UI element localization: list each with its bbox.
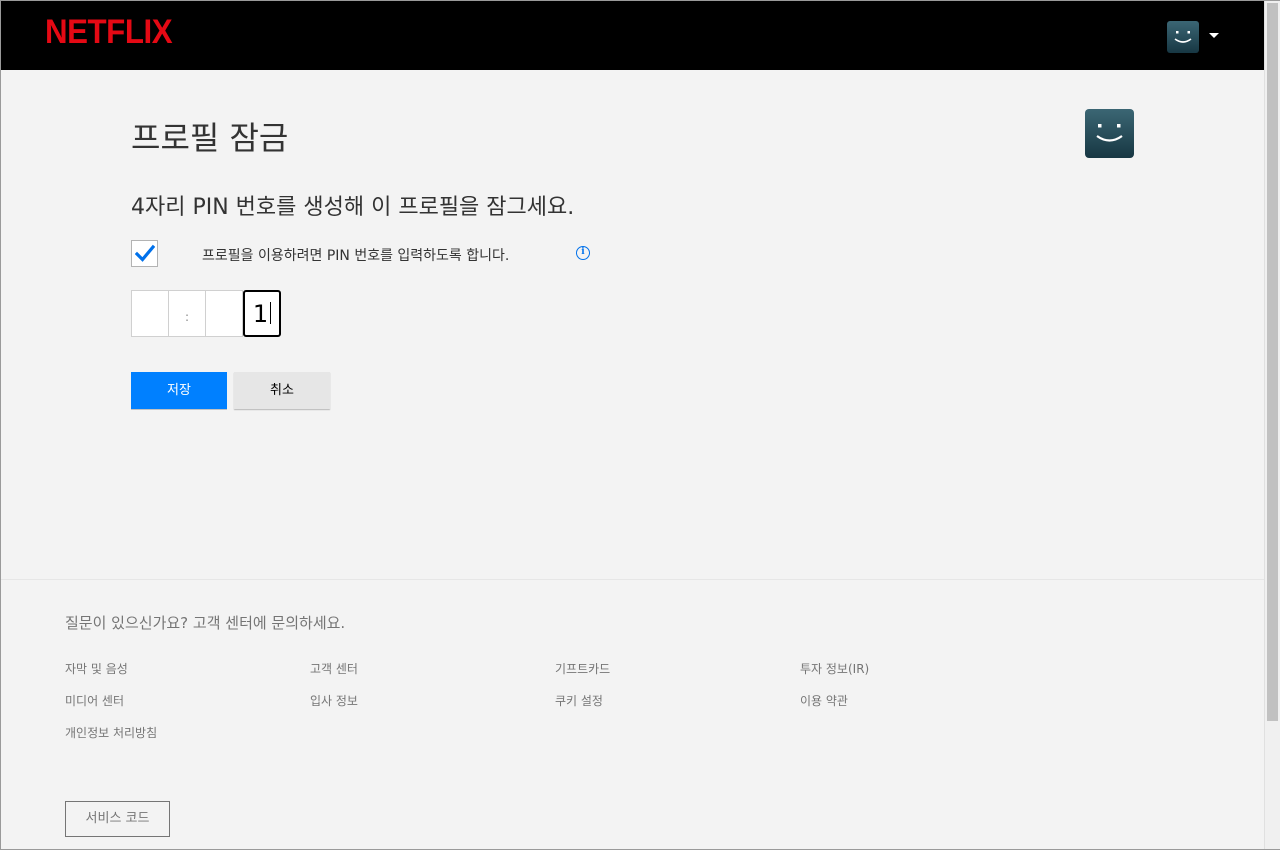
cancel-button[interactable]: 취소 [234, 372, 330, 409]
top-header: NETFLIX [1, 1, 1264, 70]
footer-link-privacy[interactable]: 개인정보 처리방침 [65, 724, 157, 741]
vertical-scrollbar[interactable] [1264, 1, 1280, 849]
pin-digit-3[interactable] [205, 290, 243, 337]
footer-link-audio-subtitles[interactable]: 자막 및 음성 [65, 660, 128, 677]
checkmark-icon [135, 244, 155, 262]
profile-avatar-icon[interactable] [1167, 21, 1199, 53]
footer-link-jobs[interactable]: 입사 정보 [310, 692, 358, 709]
caret-down-icon[interactable] [1209, 33, 1219, 38]
save-button[interactable]: 저장 [131, 372, 227, 409]
page-title: 프로필 잠금 [131, 119, 289, 157]
pin-digit-2[interactable]: : [168, 290, 206, 337]
footer-link-investor-relations[interactable]: 투자 정보(IR) [800, 660, 869, 677]
service-code-button[interactable]: 서비스 코드 [65, 801, 170, 837]
footer-link-terms-of-use[interactable]: 이용 약관 [800, 692, 848, 709]
footer-divider [1, 579, 1264, 580]
info-icon[interactable]: i [576, 246, 590, 260]
footer-contact-text[interactable]: 질문이 있으신가요? 고객 센터에 문의하세요. [65, 612, 345, 633]
scrollbar-thumb[interactable] [1267, 3, 1278, 721]
netflix-logo[interactable]: NETFLIX [45, 13, 173, 52]
pin-digit-4[interactable]: 1 [243, 290, 281, 337]
instruction-text: 4자리 PIN 번호를 생성해 이 프로필을 잠그세요. [131, 195, 575, 220]
pin-separator: : [184, 310, 190, 324]
require-pin-label: 프로필을 이용하려면 PIN 번호를 입력하도록 합니다. [202, 248, 510, 264]
profile-avatar-large-icon [1085, 109, 1134, 158]
footer-link-gift-cards[interactable]: 기프트카드 [555, 660, 610, 677]
footer-link-media-center[interactable]: 미디어 센터 [65, 692, 124, 709]
footer-link-help-center[interactable]: 고객 센터 [310, 660, 358, 677]
text-cursor [270, 302, 272, 324]
footer-link-cookie-preferences[interactable]: 쿠키 설정 [555, 692, 603, 709]
pin-digit-1[interactable] [131, 290, 169, 337]
require-pin-checkbox[interactable] [131, 240, 158, 267]
